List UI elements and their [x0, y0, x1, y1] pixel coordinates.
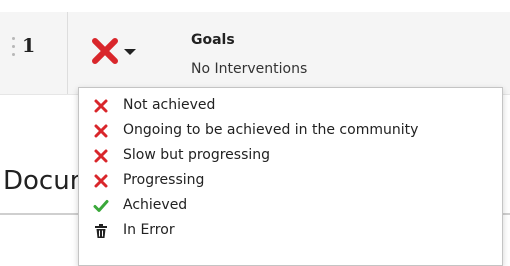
- goal-title: Goals: [191, 32, 235, 48]
- x-icon: [94, 99, 108, 113]
- goal-subtitle: No Interventions: [191, 61, 308, 77]
- menu-item-label: Progressing: [123, 172, 205, 188]
- goal-status-menu: Not achieved Ongoing to be achieved in t…: [78, 87, 503, 266]
- menu-item-not-achieved[interactable]: Not achieved: [79, 93, 502, 118]
- row-divider: [67, 12, 68, 94]
- menu-item-label: Achieved: [123, 197, 188, 213]
- menu-item-ongoing[interactable]: Ongoing to be achieved in the community: [79, 118, 502, 143]
- x-icon: [94, 149, 108, 163]
- x-icon: [94, 124, 108, 138]
- goal-status-screen: 1 Goals No Interventions Documentation N…: [0, 0, 510, 266]
- menu-item-in-error[interactable]: In Error: [79, 218, 502, 243]
- goal-status-dropdown-button[interactable]: [90, 36, 148, 68]
- menu-item-slow-progress[interactable]: Slow but progressing: [79, 143, 502, 168]
- menu-item-progressing[interactable]: Progressing: [79, 168, 502, 193]
- menu-item-label: Ongoing to be achieved in the community: [123, 122, 419, 138]
- x-icon: [94, 174, 108, 188]
- goal-row-number: 1: [22, 35, 36, 57]
- menu-item-achieved[interactable]: Achieved: [79, 193, 502, 218]
- menu-item-label: In Error: [123, 222, 175, 238]
- trash-icon: [95, 224, 107, 238]
- x-icon: [92, 38, 118, 64]
- goal-row: 1 Goals No Interventions: [0, 12, 510, 95]
- check-icon: [93, 200, 109, 212]
- chevron-down-icon: [124, 49, 136, 55]
- drag-handle-icon[interactable]: [10, 37, 16, 59]
- menu-item-label: Not achieved: [123, 97, 216, 113]
- menu-item-label: Slow but progressing: [123, 147, 271, 163]
